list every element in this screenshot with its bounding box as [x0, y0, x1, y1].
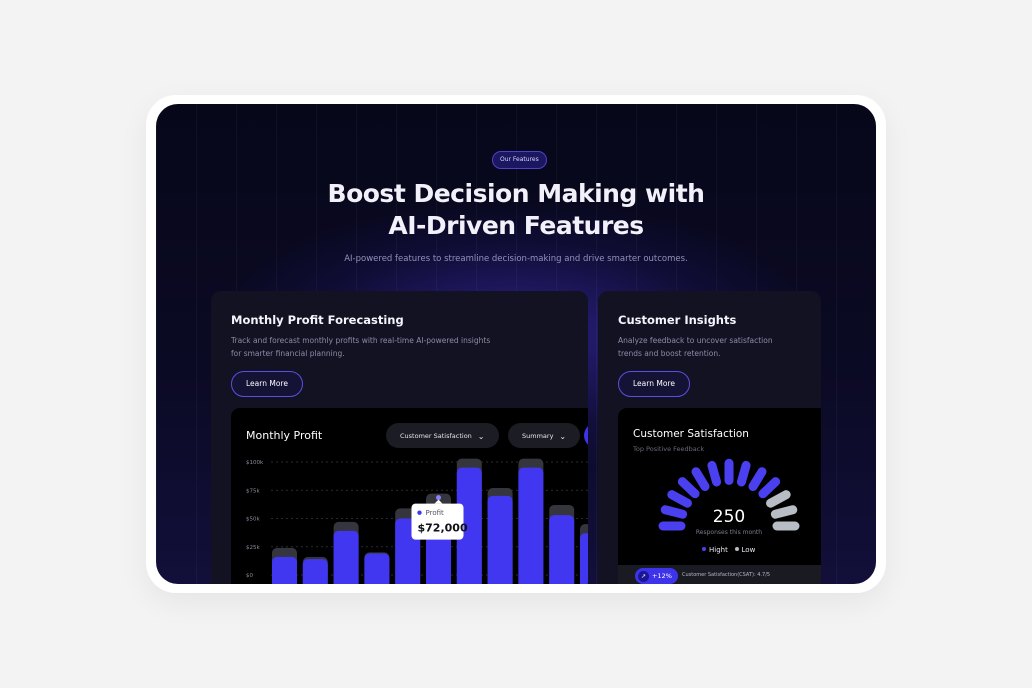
trend-value: +12%	[652, 572, 672, 580]
bar-profit[interactable]	[549, 515, 575, 584]
gauge-segment-high	[758, 477, 781, 499]
card-description-line2: trends and boost retention.	[618, 349, 721, 358]
monthly-profit-panel: Monthly Profit Customer Satisfaction ⌄ Su…	[231, 408, 588, 584]
tooltip-value: $72,000	[418, 522, 468, 535]
tooltip-dot	[417, 510, 422, 515]
bar-profit[interactable]	[364, 553, 390, 584]
card-title: Customer Insights	[618, 313, 737, 327]
gauge-legend: Hight Low	[702, 546, 755, 554]
customer-insights-card: Customer Insights Analyze feedback to un…	[598, 291, 821, 584]
card-title: Monthly Profit Forecasting	[231, 313, 404, 327]
gauge-segment-high	[667, 490, 692, 508]
hero-title-line1: Boost Decision Making with	[327, 179, 705, 208]
gauge-segment-low	[766, 490, 791, 508]
card-description-line1: Analyze feedback to uncover satisfaction	[618, 336, 773, 345]
gauge-segment-high	[660, 505, 688, 519]
hero-title-line2: AI-Driven Features	[388, 211, 644, 240]
y-tick-label: $50k	[246, 517, 260, 523]
card-description: Analyze feedback to uncover satisfaction…	[618, 334, 821, 360]
bar-profit[interactable]	[302, 559, 328, 584]
y-tick-label: $75k	[246, 488, 260, 494]
gauge-segment-low	[770, 505, 798, 519]
csat-score-text: Customer Satisfaction(CSAT): 4.7/5	[682, 572, 771, 578]
card-description-line1: Track and forecast monthly profits with …	[231, 336, 491, 345]
learn-more-button[interactable]: Learn More	[618, 371, 690, 397]
y-tick-label: $0	[246, 573, 253, 579]
legend-high-dot	[702, 547, 706, 551]
legend-low-dot	[734, 547, 739, 551]
gauge-segment-high	[748, 467, 767, 492]
gauge-segment-high	[707, 460, 722, 487]
profit-bar-chart: $100k $75k $50k $25k $0 Profit $72,000	[246, 458, 588, 584]
bar-profit[interactable]	[333, 530, 359, 584]
bar-profit[interactable]	[487, 495, 513, 584]
features-section: Our Features Boost Decision Making with …	[156, 104, 876, 584]
learn-more-button[interactable]: Learn More	[231, 371, 303, 397]
y-tick-label: $25k	[246, 545, 260, 551]
gauge-value: 250	[713, 507, 745, 527]
legend-low-label: Low	[741, 546, 756, 554]
gauge-segment-high	[736, 460, 751, 487]
chart-tooltip: Profit $72,000	[411, 499, 468, 540]
section-badge: Our Features	[492, 151, 547, 169]
gauge-segment-high	[691, 467, 710, 492]
legend-high-label: Hight	[709, 546, 728, 554]
bar-marker-dot	[436, 495, 441, 501]
trend-badge: ↗ +12%	[635, 568, 678, 584]
y-tick-label: $100k	[246, 460, 264, 466]
card-description-line2: for smarter financial planning.	[231, 349, 345, 358]
csat-summary-strip: ↗ +12% Customer Satisfaction(CSAT): 4.7/5	[618, 565, 821, 584]
tooltip-label: Profit	[426, 509, 445, 517]
satisfaction-gauge: 250 Responses this month	[658, 458, 800, 536]
gauge-segment-high	[677, 477, 700, 499]
gauge-caption: Responses this month	[696, 529, 762, 536]
customer-satisfaction-panel: Customer Satisfaction Top Positive Feedb…	[618, 408, 821, 584]
arrow-up-right-icon: ↗	[638, 571, 649, 582]
bar-profit[interactable]	[518, 467, 544, 584]
card-description: Track and forecast monthly profits with …	[231, 334, 493, 360]
tablet-frame: Our Features Boost Decision Making with …	[146, 95, 886, 593]
bar-profit[interactable]	[580, 533, 588, 584]
hero-title: Boost Decision Making with AI-Driven Fea…	[156, 178, 876, 242]
profit-forecast-card: Monthly Profit Forecasting Track and for…	[211, 291, 588, 584]
hero-subtitle: AI-powered features to streamline decisi…	[344, 254, 688, 264]
bar-profit[interactable]	[272, 556, 297, 584]
